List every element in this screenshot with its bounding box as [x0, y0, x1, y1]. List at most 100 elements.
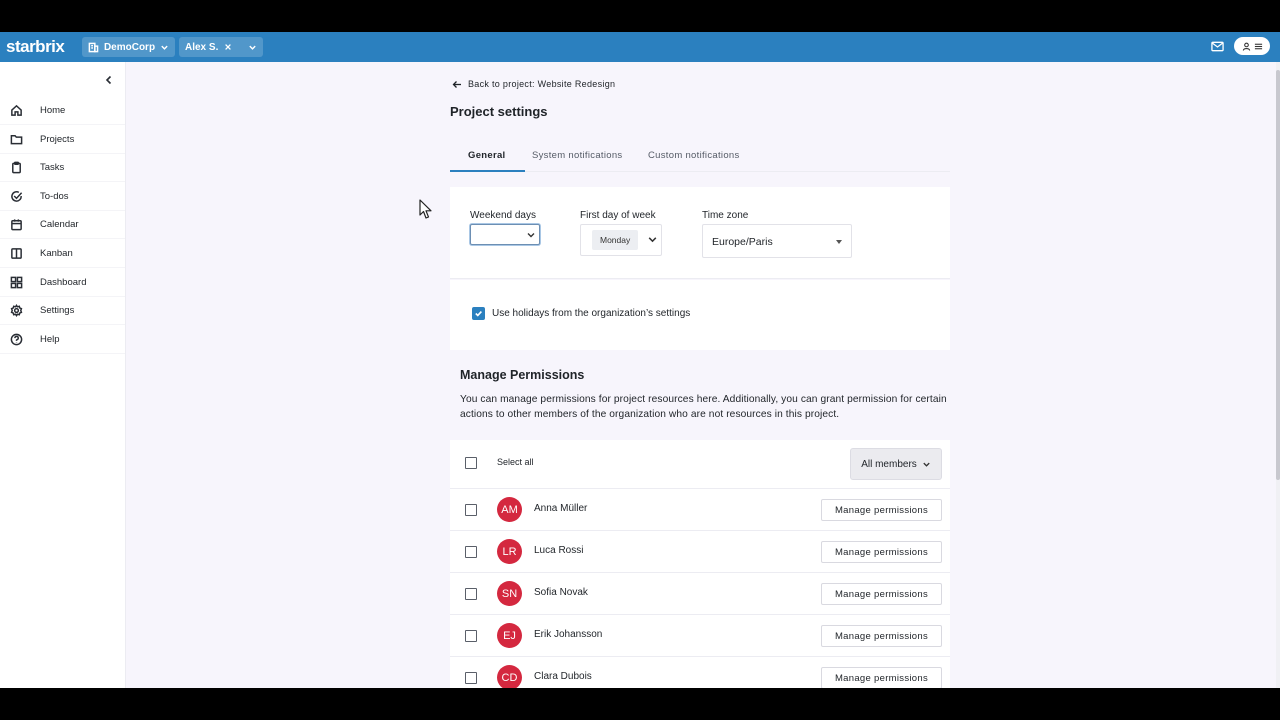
check-circle-icon	[11, 191, 23, 202]
arrow-left-icon	[452, 80, 461, 88]
app-window: starbrix DemoCorp Alex S. Home Projects …	[0, 32, 1280, 688]
building-icon	[88, 42, 99, 52]
user-filter-chip[interactable]: Alex S.	[179, 37, 263, 57]
members-filter-label: All members	[861, 458, 917, 470]
avatar: SN	[497, 581, 522, 606]
member-row: SN Sofia Novak Manage permissions	[450, 572, 950, 614]
weekend-days-select[interactable]	[470, 224, 540, 245]
time-zone-select[interactable]: Europe/Paris	[702, 224, 852, 258]
first-day-of-week-label: First day of week	[580, 210, 656, 221]
tab-custom-notifications[interactable]: Custom notifications	[648, 150, 740, 161]
sidebar-item-label: Help	[40, 334, 60, 345]
manage-permissions-button[interactable]: Manage permissions	[821, 541, 942, 563]
page-scrollbar[interactable]	[1276, 62, 1280, 688]
organization-name: DemoCorp	[103, 41, 156, 53]
sidebar-item-label: To-dos	[40, 191, 69, 202]
members-filter-dropdown[interactable]: All members	[850, 448, 942, 480]
member-checkbox[interactable]	[465, 672, 477, 684]
menu-icon	[1254, 43, 1262, 49]
members-list-card: Select all All members AM Anna Müller Ma…	[450, 440, 950, 688]
member-row: LR Luca Rossi Manage permissions	[450, 530, 950, 572]
back-link[interactable]: Back to project: Website Redesign	[452, 79, 615, 89]
time-zone-value: Europe/Paris	[712, 236, 773, 248]
member-checkbox[interactable]	[465, 504, 477, 516]
manage-permissions-button[interactable]: Manage permissions	[821, 583, 942, 605]
sidebar-item-label: Calendar	[40, 219, 79, 230]
member-row: AM Anna Müller Manage permissions	[450, 488, 950, 530]
sidebar-item-kanban[interactable]: Kanban	[0, 240, 125, 268]
folder-icon	[10, 135, 23, 145]
sidebar-item-tasks[interactable]: Tasks	[0, 154, 125, 182]
sidebar-item-label: Settings	[40, 305, 75, 316]
collapse-sidebar-icon[interactable]	[104, 75, 114, 85]
use-holidays-label: Use holidays from the organization’s set…	[492, 308, 691, 319]
organization-switcher[interactable]: DemoCorp	[82, 37, 175, 57]
sidebar-item-settings[interactable]: Settings	[0, 297, 125, 325]
member-row: CD Clara Dubois Manage permissions	[450, 656, 950, 688]
select-all-label: Select all	[497, 457, 534, 467]
first-day-of-week-select[interactable]: Monday	[580, 224, 662, 256]
user-icon	[1242, 42, 1250, 51]
tab-general[interactable]: General	[468, 150, 505, 161]
chevron-down-icon	[161, 45, 168, 50]
main-content: Back to project: Website Redesign Projec…	[126, 62, 1276, 688]
avatar: EJ	[497, 623, 522, 648]
mail-icon[interactable]	[1211, 41, 1224, 52]
chevron-down-icon[interactable]	[248, 43, 257, 52]
chevron-down-icon	[648, 237, 657, 243]
sidebar-item-label: Home	[40, 105, 66, 116]
settings-tabs: General System notifications Custom noti…	[450, 142, 950, 172]
avatar: CD	[497, 665, 522, 688]
member-checkbox[interactable]	[465, 630, 477, 642]
use-holidays-checkbox[interactable]	[472, 307, 485, 320]
weekend-days-label: Weekend days	[470, 210, 536, 221]
sidebar-item-label: Projects	[40, 134, 75, 145]
caret-down-icon	[836, 240, 842, 244]
sidebar-item-projects[interactable]: Projects	[0, 126, 125, 154]
tab-system-notifications[interactable]: System notifications	[532, 150, 622, 161]
sidebar-item-label: Kanban	[40, 248, 73, 259]
manage-permissions-button[interactable]: Manage permissions	[821, 499, 942, 521]
sidebar-item-help[interactable]: Help	[0, 326, 125, 354]
chevron-down-icon	[527, 233, 535, 238]
close-icon[interactable]	[224, 43, 232, 51]
active-tab-indicator	[450, 170, 525, 172]
gear-icon	[10, 304, 23, 317]
manage-permissions-button[interactable]: Manage permissions	[821, 625, 942, 647]
page-title: Project settings	[450, 104, 548, 119]
columns-icon	[11, 248, 22, 259]
member-name: Luca Rossi	[534, 545, 584, 556]
grid-icon	[10, 276, 23, 289]
user-chip-label: Alex S.	[185, 41, 219, 53]
sidebar-item-todos[interactable]: To-dos	[0, 183, 125, 211]
sidebar-item-home[interactable]: Home	[0, 97, 125, 125]
top-right-actions	[1211, 37, 1270, 55]
sidebar-item-label: Tasks	[40, 162, 65, 173]
first-day-value: Monday	[592, 230, 639, 250]
holidays-card: Use holidays from the organization’s set…	[450, 280, 950, 350]
permissions-description: You can manage permissions for project r…	[460, 394, 947, 420]
member-checkbox[interactable]	[465, 588, 477, 600]
sidebar-item-calendar[interactable]: Calendar	[0, 211, 125, 239]
member-name: Erik Johansson	[534, 629, 603, 640]
member-name: Clara Dubois	[534, 671, 592, 682]
top-bar: starbrix DemoCorp Alex S.	[0, 32, 1280, 62]
permissions-title: Manage Permissions	[460, 368, 585, 382]
general-settings-card: Weekend days First day of week Monday Ti…	[450, 187, 950, 279]
sidebar-item-dashboard[interactable]: Dashboard	[0, 269, 125, 297]
app-logo[interactable]: starbrix	[6, 37, 78, 57]
clipboard-icon	[12, 161, 21, 174]
calendar-icon	[11, 219, 22, 231]
checkmark-icon	[475, 310, 482, 317]
select-all-checkbox[interactable]	[465, 457, 477, 469]
manage-permissions-button[interactable]: Manage permissions	[821, 667, 942, 688]
scrollbar-thumb[interactable]	[1276, 70, 1280, 480]
mouse-cursor-icon	[419, 199, 432, 219]
sidebar-item-label: Dashboard	[40, 277, 87, 288]
user-menu-button[interactable]	[1234, 37, 1270, 55]
time-zone-label: Time zone	[702, 210, 749, 221]
help-icon	[10, 333, 23, 346]
member-checkbox[interactable]	[465, 546, 477, 558]
chevron-down-icon	[923, 462, 930, 467]
back-link-label: Back to project: Website Redesign	[468, 79, 616, 89]
